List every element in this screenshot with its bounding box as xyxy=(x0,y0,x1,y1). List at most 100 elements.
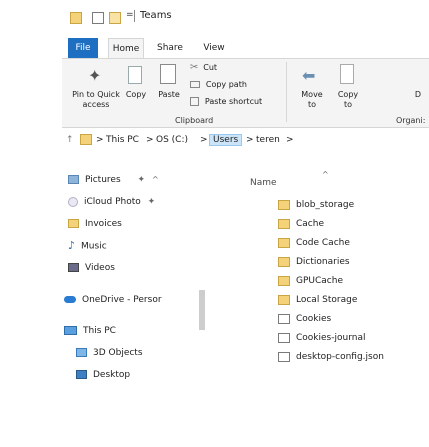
list-item[interactable]: desktop-config.json xyxy=(278,348,384,366)
music-icon: ♪ xyxy=(68,239,76,252)
breadcrumb-users[interactable]: Users xyxy=(209,134,243,146)
file-name: blob_storage xyxy=(296,200,355,210)
nav-label: Invoices xyxy=(85,219,122,229)
pictures-icon xyxy=(68,175,79,184)
nav-item-onedrive[interactable]: OneDrive - Persor xyxy=(64,290,162,310)
folder-icon xyxy=(278,256,290,267)
onedrive-icon xyxy=(64,296,76,303)
paste-shortcut-label: Paste shortcut xyxy=(204,97,263,106)
nav-item-3d-objects[interactable]: 3D Objects xyxy=(76,343,143,363)
copy-icon xyxy=(128,66,142,84)
list-item[interactable]: Local Storage xyxy=(278,291,357,309)
pin-label-1: Pin to Quick xyxy=(72,90,120,99)
nav-label: iCloud Photo xyxy=(84,197,141,207)
paste-shortcut-button[interactable]: Paste shortcut xyxy=(190,97,274,111)
nav-label: Music xyxy=(81,241,107,252)
nav-label: Pictures xyxy=(85,175,121,185)
file-name: Cookies-journal xyxy=(296,333,366,343)
nav-label: Desktop xyxy=(93,370,131,380)
computer-icon xyxy=(64,326,77,335)
folder-icon xyxy=(278,237,290,248)
pin-to-quick-access-button[interactable]: ✦ Pin to Quick access xyxy=(72,62,120,114)
paste-label: Paste xyxy=(158,90,180,99)
file-name: Cookies xyxy=(296,314,332,324)
nav-item-music[interactable]: ♪ Music xyxy=(68,236,107,256)
up-arrow-icon[interactable]: ↑ xyxy=(66,135,74,145)
breadcrumb-separator: > xyxy=(200,135,208,145)
column-header-name[interactable]: Name xyxy=(250,178,277,188)
paste-icon xyxy=(160,64,176,84)
location-folder-icon xyxy=(80,134,92,145)
tab-share[interactable]: Share xyxy=(150,38,190,58)
pin-label-2: access xyxy=(82,100,110,109)
list-item[interactable]: Cache xyxy=(278,215,324,233)
scissors-icon: ✂ xyxy=(190,62,199,73)
organize-group-label: Organi: xyxy=(396,116,426,125)
clipboard-group-label: Clipboard xyxy=(175,116,214,125)
file-name: desktop-config.json xyxy=(296,352,384,362)
nav-item-desktop[interactable]: Desktop xyxy=(76,365,130,385)
paste-shortcut-icon xyxy=(190,97,199,106)
file-name: Code Cache xyxy=(296,238,350,248)
customize-quick-access-icon[interactable]: = xyxy=(126,10,134,20)
nav-item-invoices[interactable]: Invoices xyxy=(68,214,122,234)
tab-home[interactable]: Home xyxy=(108,38,144,58)
copy-button[interactable]: Copy xyxy=(122,62,150,114)
breadcrumb-separator: > xyxy=(246,135,254,145)
properties-icon[interactable] xyxy=(92,12,104,24)
nav-item-this-pc[interactable]: This PC xyxy=(64,321,116,341)
breadcrumb-this-pc[interactable]: This PC xyxy=(106,135,139,145)
list-item[interactable]: Code Cache xyxy=(278,234,350,252)
breadcrumb-teren[interactable]: teren xyxy=(256,135,280,145)
ribbon-group-separator xyxy=(286,62,287,122)
new-folder-icon[interactable] xyxy=(109,12,121,24)
icloud-photos-icon xyxy=(68,196,78,207)
window-title: Teams xyxy=(140,10,172,21)
cut-button[interactable]: ✂ Cut xyxy=(190,62,270,76)
list-item[interactable]: blob_storage xyxy=(278,196,354,214)
copy-to-icon xyxy=(340,64,354,84)
move-to-label-1: Move xyxy=(301,90,323,99)
copy-path-label: Copy path xyxy=(205,80,247,89)
move-to-icon: ⬅ xyxy=(302,66,316,85)
chevron-up-icon: ^ xyxy=(151,175,159,184)
nav-scrollbar-thumb[interactable] xyxy=(199,290,205,330)
title-bar xyxy=(0,0,429,38)
breadcrumb-os-c[interactable]: OS (C:) xyxy=(156,135,188,145)
cut-label: Cut xyxy=(203,63,218,72)
desktop-icon xyxy=(76,370,87,379)
move-to-label-2: to xyxy=(307,100,317,109)
list-item[interactable]: Cookies xyxy=(278,310,331,328)
list-item[interactable]: Dictionaries xyxy=(278,253,350,271)
delete-button-partial[interactable]: D xyxy=(412,90,424,100)
nav-item-pictures[interactable]: Pictures ✦ ^ xyxy=(68,170,159,190)
nav-item-videos[interactable]: Videos xyxy=(68,258,115,278)
breadcrumb-separator: > xyxy=(96,135,104,145)
folder-icon xyxy=(278,294,290,305)
folder-icon xyxy=(278,199,290,210)
list-item[interactable]: Cookies-journal xyxy=(278,329,365,347)
move-to-button[interactable]: ⬅ Move to xyxy=(296,62,328,114)
nav-label: Videos xyxy=(85,263,115,273)
copy-to-button[interactable]: Copy to xyxy=(332,62,364,114)
title-divider xyxy=(134,10,135,22)
tab-file[interactable]: File xyxy=(68,38,98,58)
file-name: GPUCache xyxy=(296,276,343,286)
nav-item-icloud-photos[interactable]: iCloud Photo ✦ xyxy=(68,192,155,212)
copy-path-button[interactable]: Copy path xyxy=(190,80,270,94)
paste-button[interactable]: Paste xyxy=(154,62,184,114)
copy-to-label-1: Copy xyxy=(337,90,359,99)
tab-view[interactable]: View xyxy=(196,38,232,58)
sort-ascending-icon: ^ xyxy=(322,170,329,179)
list-item[interactable]: GPUCache xyxy=(278,272,343,290)
nav-label: 3D Objects xyxy=(93,348,143,358)
copy-path-icon xyxy=(190,81,200,88)
file-name: Dictionaries xyxy=(296,257,350,267)
folder-icon xyxy=(70,12,82,24)
file-name: Local Storage xyxy=(296,295,358,305)
file-icon xyxy=(278,332,290,343)
nav-label: This PC xyxy=(83,326,116,336)
copy-label: Copy xyxy=(125,90,147,99)
folder-icon xyxy=(278,218,290,229)
pin-icon: ✦ xyxy=(88,66,102,85)
